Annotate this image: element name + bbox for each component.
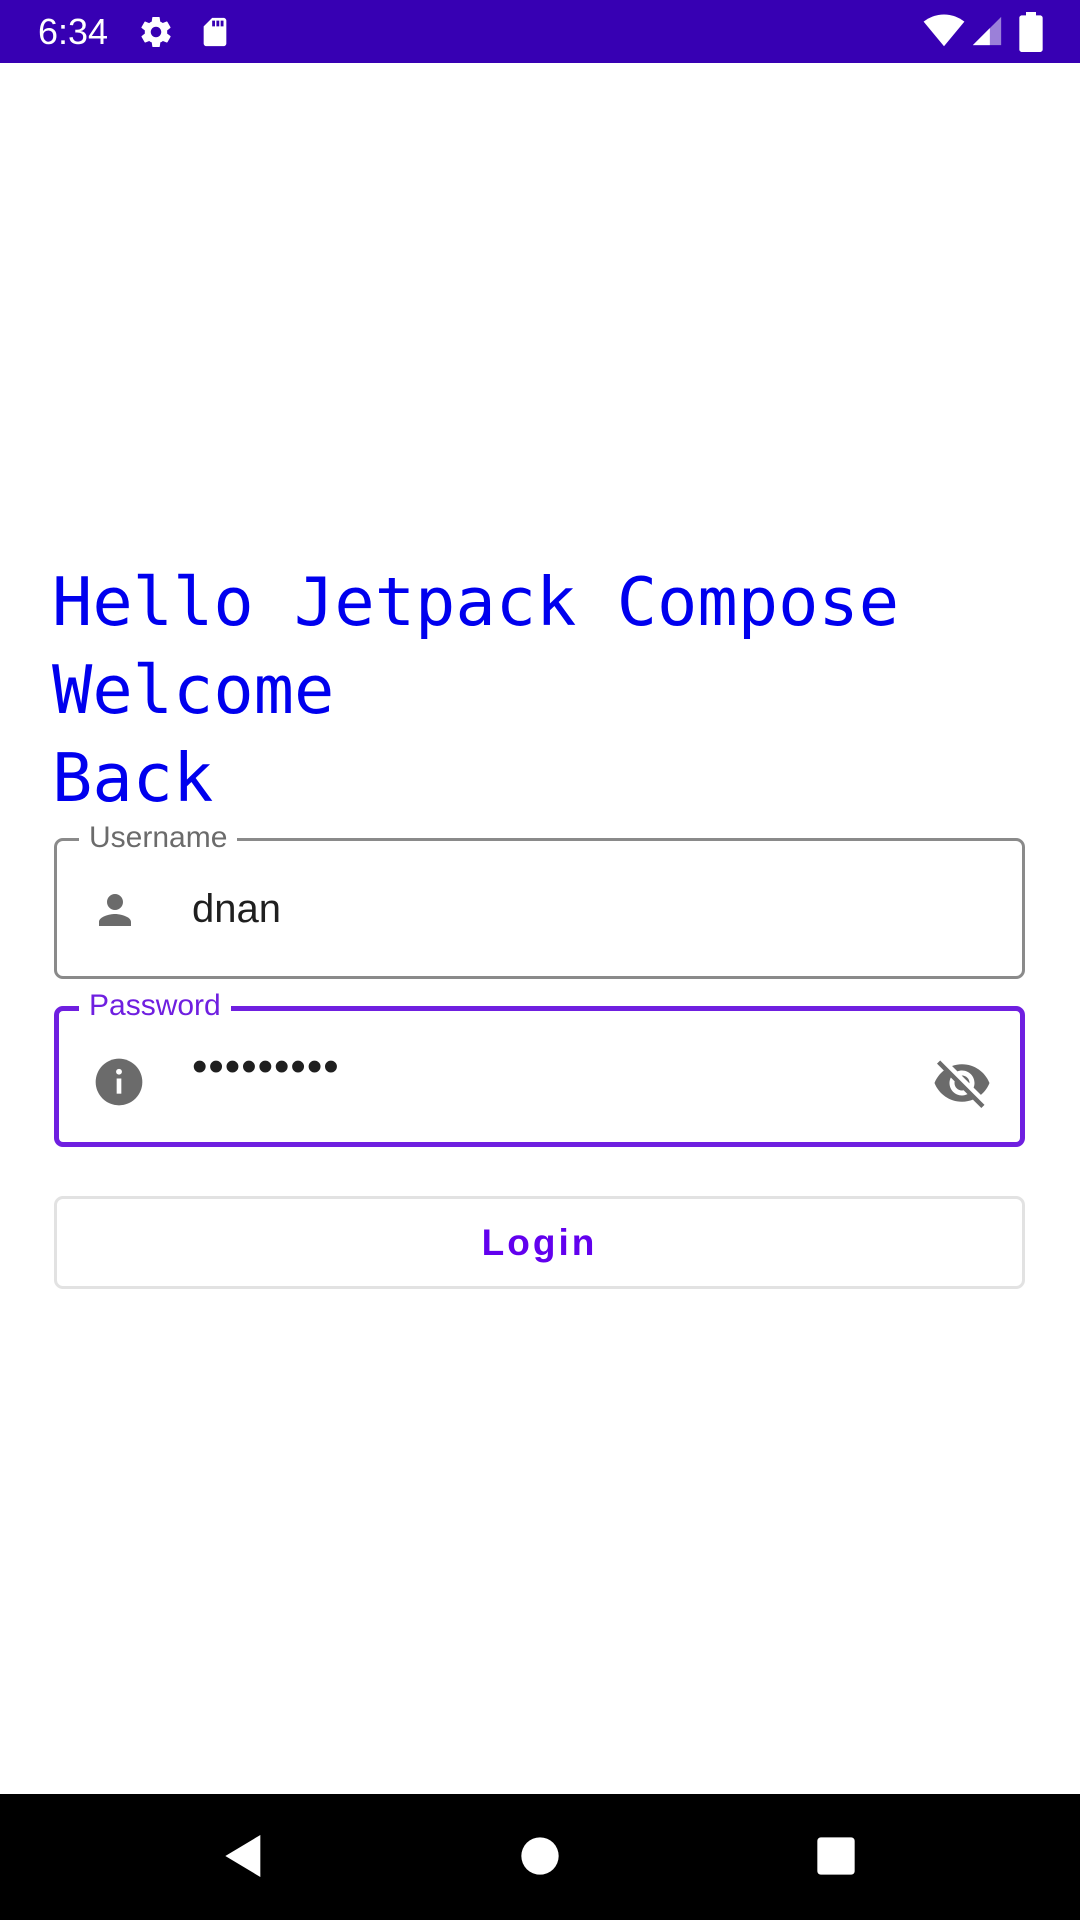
password-field[interactable]: Password •••••••••: [54, 989, 1025, 1147]
person-icon: [99, 894, 131, 926]
username-label: Username: [79, 821, 238, 855]
back-icon[interactable]: [216, 1828, 272, 1884]
battery-icon: [1019, 12, 1043, 52]
info-icon: [95, 1058, 143, 1106]
password-input[interactable]: •••••••••: [192, 1045, 340, 1089]
cellular-signal-icon: [972, 16, 1002, 46]
status-bar: 6:34: [0, 0, 1080, 63]
login-button[interactable]: Login: [54, 1196, 1025, 1289]
password-label: Password: [79, 989, 231, 1023]
gear-icon: [141, 17, 171, 48]
visibility-off-icon[interactable]: [932, 1053, 992, 1113]
welcome-headline: Hello Jetpack Compose Welcome Back: [52, 563, 900, 817]
username-field[interactable]: Username dnan: [54, 821, 1025, 979]
username-input[interactable]: dnan: [192, 887, 281, 931]
recents-icon[interactable]: [808, 1828, 864, 1884]
sd-card-icon: [203, 17, 227, 47]
home-icon[interactable]: [512, 1828, 568, 1884]
wifi-icon: [923, 14, 965, 47]
status-time: 6:34: [38, 11, 109, 52]
navigation-bar: [0, 1794, 1080, 1920]
